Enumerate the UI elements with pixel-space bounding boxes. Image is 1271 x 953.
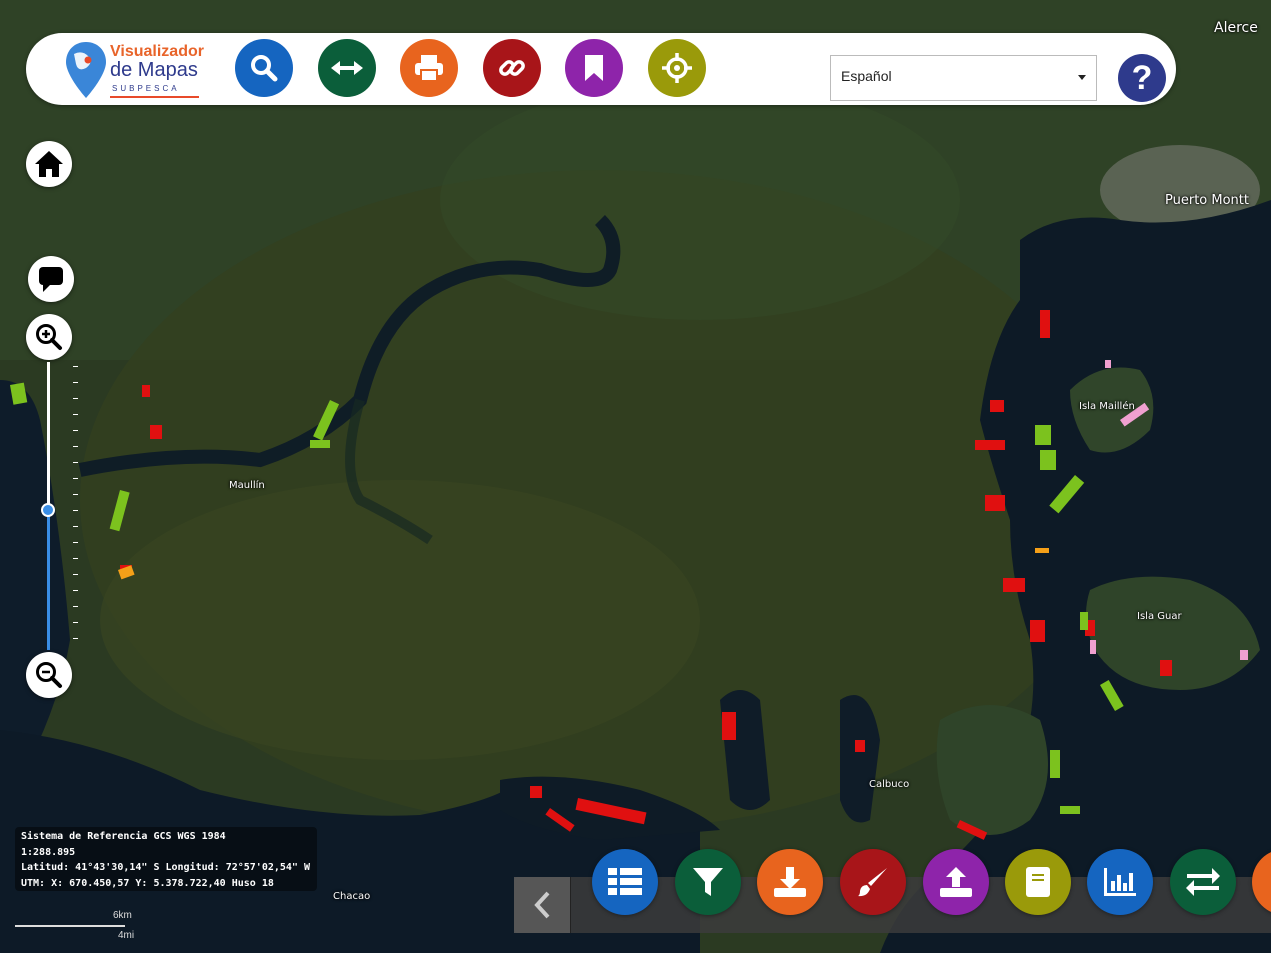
book-icon [1026,867,1050,897]
measure-button[interactable] [318,39,376,97]
scale-mi: 4mi [118,930,135,941]
label-puerto-montt: Puerto Montt [1165,193,1249,208]
utm-readout: UTM: X: 670.450,57 Y: 5.378.722,40 Huso … [21,877,274,889]
zoom-slider-handle[interactable] [41,503,55,517]
home-button[interactable] [26,141,72,187]
locate-button[interactable] [648,39,706,97]
chevron-down-icon [1078,75,1086,80]
scale-km: 6km [113,910,132,921]
share-link-button[interactable] [483,39,541,97]
label-isla-guar: Isla Guar [1137,611,1182,622]
upload-button[interactable] [923,849,989,915]
book-button[interactable] [1005,849,1071,915]
label-alerce: Alerce [1214,20,1258,36]
swap-icon [1186,868,1220,896]
top-toolbar: Visualizador de Mapas SUBPESCA Español ? [26,33,1176,105]
lat-lon-readout: Latitud: 41°43'30,14" S Longitud: 72°57'… [21,862,310,873]
comment-button[interactable] [28,256,74,302]
download-icon [774,867,806,897]
scale-bar-line [15,925,125,927]
label-maullin: Maullín [229,480,265,491]
crosshair-icon [662,53,692,83]
scale-bar: 6km 4mi [15,908,145,943]
zoom-in-button[interactable] [26,314,72,360]
comment-icon [39,267,63,292]
bar-chart-icon [1104,868,1136,896]
reference-system: Sistema de Referencia GCS WGS 1984 [21,831,226,842]
bookmark-button[interactable] [565,39,623,97]
upload-icon [940,867,972,897]
collapse-toolbar-button[interactable] [514,877,571,933]
swap-button[interactable] [1170,849,1236,915]
filter-button[interactable] [675,849,741,915]
coordinates-panel: Sistema de Referencia GCS WGS 1984 1:288… [15,827,317,891]
app-logo[interactable]: Visualizador de Mapas SUBPESCA [64,40,204,100]
link-icon [499,60,525,76]
printer-icon [415,55,443,82]
paintbrush-icon [858,868,887,897]
label-chacao: Chacao [333,891,371,902]
logo-subtitle: SUBPESCA [112,84,180,93]
search-button[interactable] [235,39,293,97]
question-icon: ? [1131,58,1153,97]
language-select[interactable]: Español [830,55,1097,101]
zoom-slider-fill [47,512,50,650]
logo-title-2: de Mapas [110,59,198,81]
zoom-out-button[interactable] [26,652,72,698]
language-selected: Español [841,68,892,84]
map-scale-ratio: 1:288.895 [21,846,76,858]
zoom-in-icon [36,324,62,350]
arrows-horizontal-icon [331,61,363,75]
logo-underline [110,96,199,98]
map-pin-icon [66,42,106,98]
label-calbuco: Calbuco [869,779,910,790]
home-icon [35,151,63,177]
chart-button[interactable] [1087,849,1153,915]
chevron-left-icon [534,891,550,919]
table-list-icon [608,868,642,895]
help-button[interactable]: ? [1118,54,1166,102]
zoom-out-icon [36,662,62,688]
search-icon [251,55,278,82]
filter-icon [693,868,723,896]
satellite-map[interactable] [0,0,1271,953]
draw-button[interactable] [840,849,906,915]
label-isla-maillen: Isla Maillén [1079,401,1135,412]
print-button[interactable] [400,39,458,97]
bookmark-icon [585,55,603,81]
layers-list-button[interactable] [592,849,658,915]
download-button[interactable] [757,849,823,915]
